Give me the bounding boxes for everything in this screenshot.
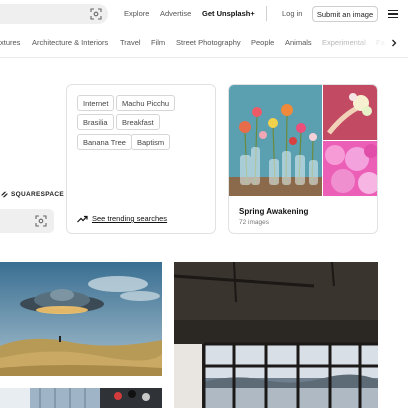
squarespace-logo-icon (0, 191, 9, 198)
nav-advertise[interactable]: Advertise (160, 9, 191, 18)
nav-explore[interactable]: Explore (124, 9, 149, 18)
header-divider (266, 6, 267, 21)
see-trending-link[interactable]: See trending searches (77, 214, 167, 223)
topic-item[interactable]: Street Photography (176, 38, 241, 47)
chevron-right-icon[interactable] (390, 39, 398, 47)
topic-item[interactable]: xtures (0, 38, 20, 47)
collection-main-image (229, 85, 322, 196)
topic-item[interactable]: People (251, 38, 274, 47)
topic-item[interactable]: Architecture & Interiors (32, 38, 108, 47)
scan-icon[interactable] (35, 215, 47, 227)
collection-title: Spring Awakening (239, 207, 309, 216)
trending-tag[interactable]: Banana Tree (77, 134, 132, 150)
login-link[interactable]: Log in (282, 9, 302, 18)
top-header: Explore Advertise Get Unsplash+ Log in S… (0, 0, 408, 28)
trending-searches-card: Internet Machu Picchu Brasilia Breakfast… (66, 84, 216, 234)
submit-image-button[interactable]: Submit an image (312, 6, 378, 22)
interior-window-photo[interactable] (174, 262, 378, 408)
trending-tag[interactable]: Baptism (131, 134, 171, 150)
trending-tag[interactable]: Brasilia (77, 114, 114, 130)
see-trending-label: See trending searches (92, 214, 168, 223)
scan-icon[interactable] (90, 8, 102, 20)
ufo-landscape-photo[interactable] (0, 262, 162, 376)
collection-card[interactable]: Spring Awakening 72 images (228, 84, 378, 234)
trending-tag[interactable]: Internet (77, 95, 115, 111)
bottom-photo-partial[interactable] (0, 388, 162, 408)
topic-fade (352, 34, 392, 52)
sponsor-brand: SQUARESPACE (11, 191, 65, 198)
collection-count: 72 images (239, 219, 269, 226)
topic-item[interactable]: Animals (285, 38, 312, 47)
trending-up-icon (77, 215, 88, 222)
sponsor-logo[interactable]: SQUARESPACE (0, 190, 64, 199)
topic-bar: xtures Architecture & Interiors Travel F… (0, 34, 408, 52)
trending-tag[interactable]: Machu Picchu (116, 95, 176, 111)
hamburger-menu-icon[interactable] (388, 10, 398, 18)
topic-item[interactable]: Travel (120, 38, 141, 47)
search-bar[interactable] (0, 4, 108, 24)
trending-tag[interactable]: Breakfast (116, 114, 160, 130)
collection-image-top (323, 85, 377, 140)
sponsor-search-box[interactable] (0, 209, 54, 233)
collection-image-bottom (323, 141, 377, 196)
topic-item[interactable]: Film (151, 38, 165, 47)
nav-get-unsplash-plus[interactable]: Get Unsplash+ (202, 9, 255, 18)
topic-bar-rule (0, 57, 408, 58)
